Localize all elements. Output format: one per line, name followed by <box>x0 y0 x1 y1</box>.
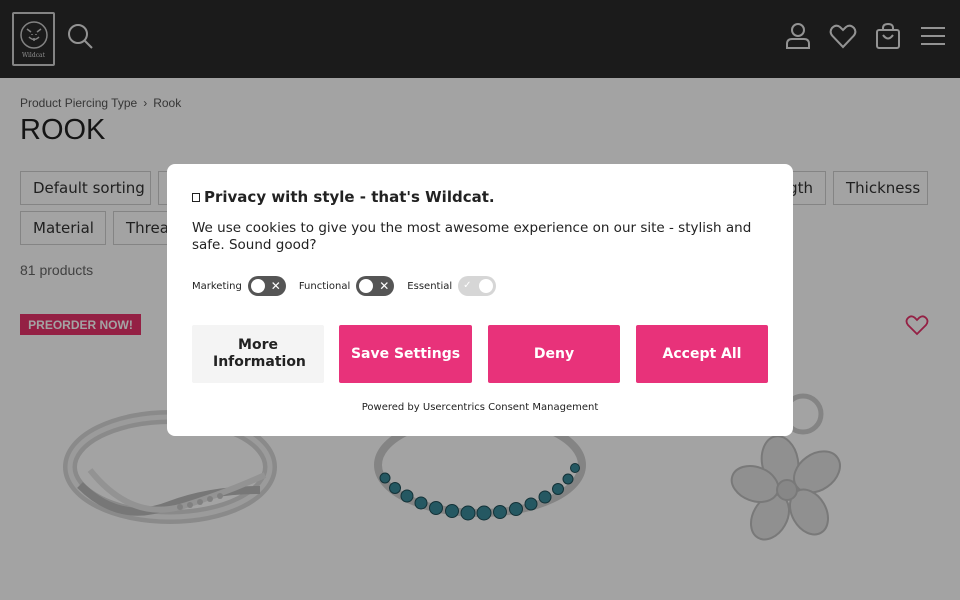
functional-toggle[interactable]: ✕ <box>356 276 395 296</box>
essential-toggle-label: Essential <box>407 280 453 292</box>
toggle-knob <box>359 279 374 293</box>
close-icon: ✕ <box>379 279 390 293</box>
cookie-consent-dialog: Privacy with style - that's Wildcat. We … <box>167 164 793 436</box>
toggle-knob <box>250 279 265 293</box>
marketing-toggle[interactable]: ✕ <box>247 276 286 296</box>
consent-toggles: Marketing ✕ Functional ✕ Essential ✓ <box>192 276 509 296</box>
consent-title-icon <box>192 193 200 202</box>
marketing-toggle-label: Marketing <box>192 280 242 292</box>
powered-by-text[interactable]: Powered by Usercentrics Consent Manageme… <box>167 402 793 413</box>
close-icon: ✕ <box>270 279 281 293</box>
essential-toggle: ✓ <box>458 276 497 296</box>
consent-description: We use cookies to give you the most awes… <box>192 220 752 253</box>
consent-title-text: Privacy with style - that's Wildcat. <box>204 188 495 206</box>
checkmark-icon: ✓ <box>463 280 472 291</box>
deny-button[interactable]: Deny <box>488 325 620 383</box>
functional-toggle-label: Functional <box>298 280 351 292</box>
save-settings-button[interactable]: Save Settings <box>339 325 472 383</box>
more-information-label: More Information <box>213 337 306 370</box>
accept-all-button[interactable]: Accept All <box>636 325 768 383</box>
consent-title: Privacy with style - that's Wildcat. <box>192 188 495 206</box>
more-information-button[interactable]: More Information <box>192 325 324 383</box>
toggle-knob <box>479 279 494 293</box>
